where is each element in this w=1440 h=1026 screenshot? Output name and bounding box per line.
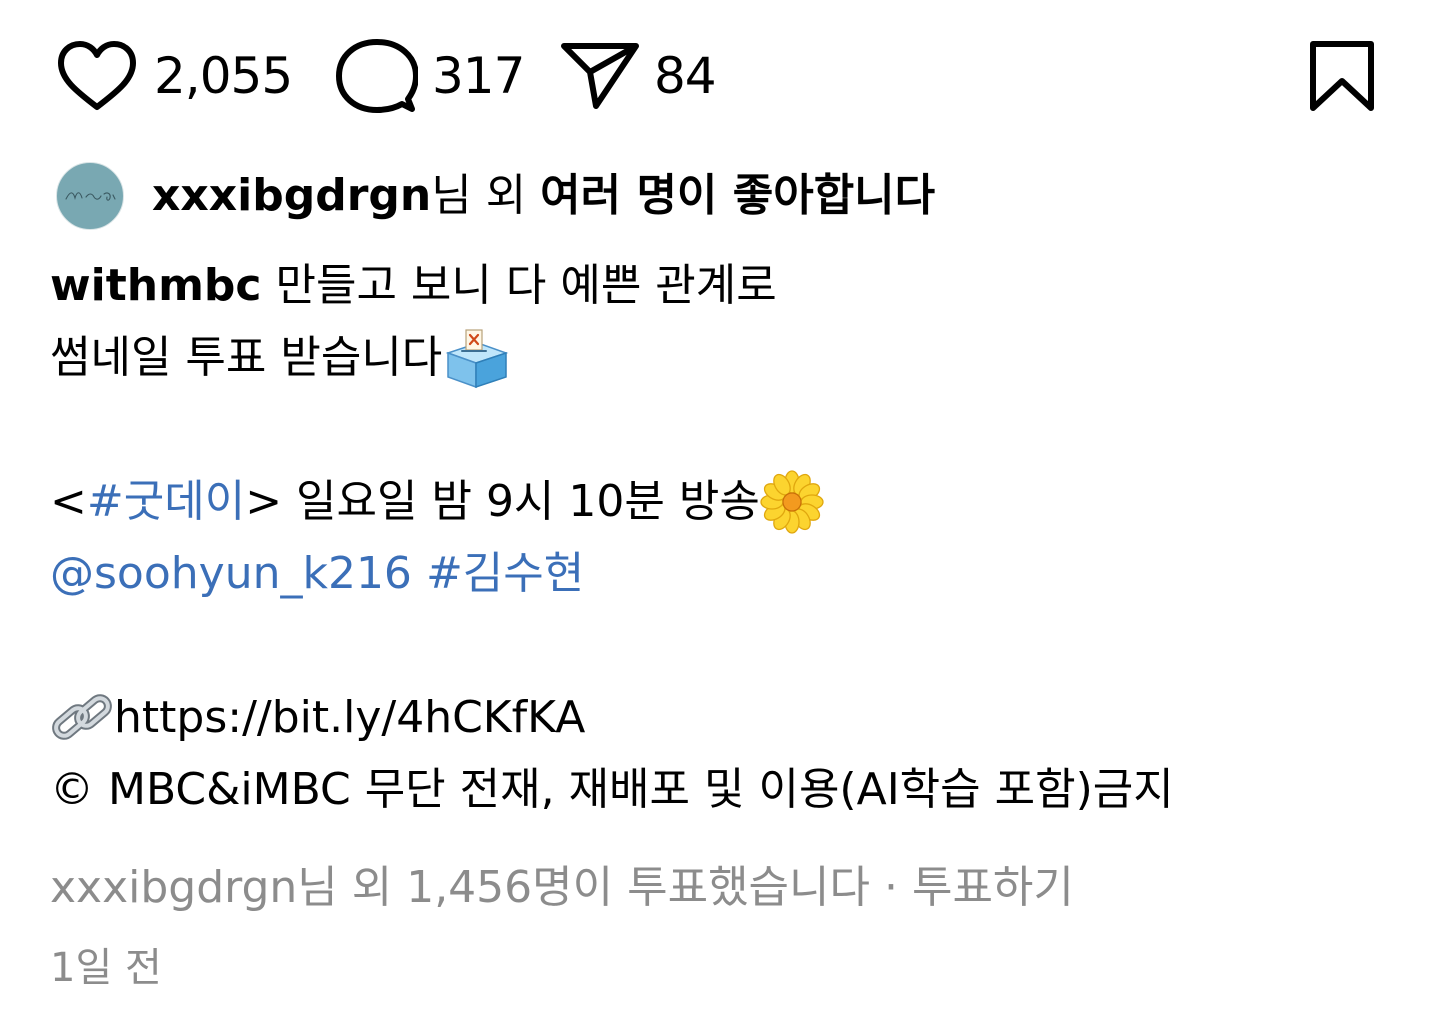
caption-line-3: < #굿데이 > 일요일 밤 9시 10분 방송 [50,466,1410,538]
caption-open-bracket: < [50,476,87,527]
avatar[interactable] [56,162,124,230]
vote-row: xxxibgdrgn님 외 1,456명이 투표했습니다 · 투표하기 [50,852,1074,924]
hashtag-gooday[interactable]: #굿데이 [87,466,245,538]
caption-line-5: https://bit.ly/4hCKfKA [50,682,1410,754]
action-bar: 2,055 317 84 [0,0,1440,150]
link-icon [52,694,112,740]
caption-text-3: 일요일 밤 9시 10분 방송 [282,476,760,527]
vote-separator: · [870,862,912,913]
liked-by-row: xxxibgdrgn 님 외 여러 명이 좋아합니다 [56,158,935,234]
mention-soohyun[interactable]: @soohyun_k216 [50,538,412,610]
save-action[interactable] [1308,36,1376,116]
caption-author[interactable]: withmbc [50,250,262,322]
vote-button[interactable]: 투표하기 [912,862,1074,913]
like-action[interactable]: 2,055 [56,36,293,116]
caption-line-2: 썸네일 투표 받습니다 [50,322,1410,394]
caption-close-bracket: > [245,476,283,527]
liker-username[interactable]: xxxibgdrgn [152,174,431,218]
bookmark-icon[interactable] [1308,39,1376,113]
liked-by-others[interactable]: 여러 명이 좋아합니다 [540,174,935,218]
liked-by-suffix: 님 외 [431,170,541,221]
likes-count[interactable]: 2,055 [154,51,293,101]
caption-space [412,538,426,610]
caption-line-4: @soohyun_k216 #김수현 [50,538,1410,610]
caption: withmbc 만들고 보니 다 예쁜 관계로 썸네일 투표 받습니다 < #굿… [50,250,1410,826]
caption-blank-2 [50,610,1410,682]
post-timestamp: 1일 전 [50,945,162,991]
comment-icon[interactable] [336,37,418,115]
post-url[interactable]: https://bit.ly/4hCKfKA [114,682,585,754]
ballot-box-icon [445,329,509,389]
comments-count[interactable]: 317 [432,51,525,101]
blossom-icon [760,470,824,534]
caption-text-2: 썸네일 투표 받습니다 [50,332,443,383]
caption-line-6: © MBC&iMBC 무단 전재, 재배포 및 이용(AI학습 포함)금지 [50,754,1410,826]
copyright-text: © MBC&iMBC 무단 전재, 재배포 및 이용(AI학습 포함)금지 [50,764,1174,815]
send-icon[interactable] [560,40,640,112]
hashtag-kimsoohyun[interactable]: #김수현 [426,538,584,610]
heart-icon[interactable] [56,39,138,113]
vote-summary[interactable]: xxxibgdrgn님 외 1,456명이 투표했습니다 [50,862,870,913]
shares-count[interactable]: 84 [654,51,717,101]
caption-line-1: withmbc 만들고 보니 다 예쁜 관계로 [50,250,1410,322]
caption-text-1: 만들고 보니 다 예쁜 관계로 [261,260,777,311]
caption-blank-1 [50,394,1410,466]
comment-action[interactable]: 317 [336,36,525,116]
signature-logo-icon [65,192,116,201]
share-action[interactable]: 84 [560,36,717,116]
